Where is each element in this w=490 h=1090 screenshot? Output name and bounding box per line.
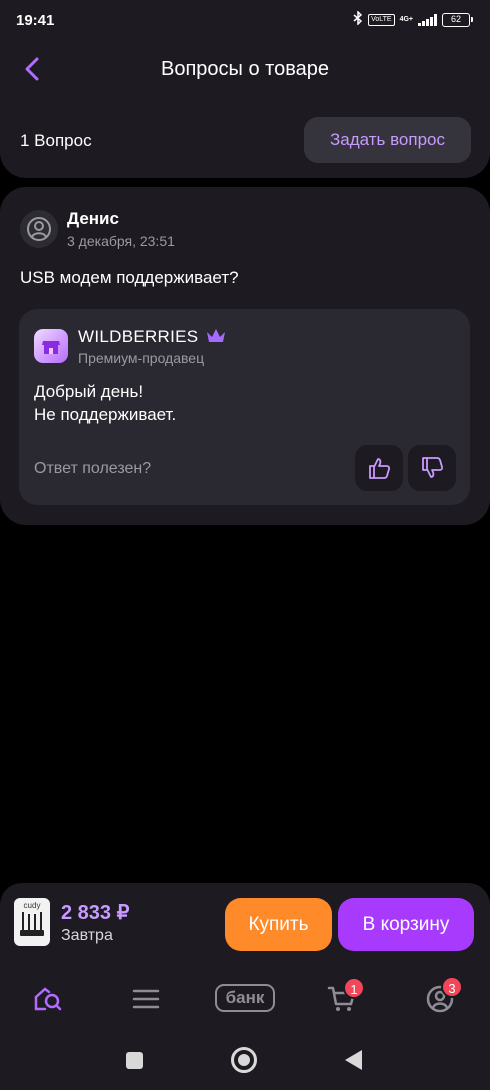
thumbs-down-icon [422,457,444,478]
tab-bank[interactable]: банк [213,979,277,1019]
crown-icon [205,326,227,346]
answer-text-line1: Добрый день! [34,382,144,401]
helpful-label: Ответ полезен? [34,460,152,477]
tab-cart[interactable]: 1 [322,977,365,1019]
network-type: 4G+ [399,16,413,23]
like-button[interactable] [355,445,403,491]
system-nav-bar [0,1035,490,1090]
delivery-date: Завтра [61,927,113,944]
store-icon [34,329,68,363]
status-bar: 19:41 VoLTE 4G+ 62 [0,0,490,40]
status-icons: VoLTE 4G+ 62 [353,10,473,28]
back-nav-button[interactable] [345,1050,362,1070]
ask-question-button[interactable]: Задать вопрос [304,117,471,163]
home-search-icon [34,987,62,1011]
bluetooth-icon [353,10,363,28]
author-name: Денис [67,209,119,228]
tab-profile[interactable]: 3 [420,976,463,1019]
battery-icon: 62 [442,12,473,27]
seller-name: WILDBERRIES [78,327,199,346]
seller-status: Премиум-продавец [78,350,205,366]
question-text: USB модем поддерживает? [20,268,239,287]
buy-panel: cudy 2 833 ₽ Завтра Купить В корзину [0,883,490,965]
bank-label: банк [215,984,275,1012]
home-button[interactable] [231,1047,257,1073]
thumbs-up-icon [369,458,391,479]
avatar [20,210,58,248]
tab-catalog[interactable] [126,979,166,1019]
user-icon [27,217,51,241]
recents-button[interactable] [126,1052,143,1069]
answer-text-line2: Не поддерживает. [34,405,177,424]
menu-icon [132,989,160,1009]
product-thumbnail[interactable]: cudy [14,898,50,946]
volte-indicator: VoLTE [368,13,395,26]
status-time: 19:41 [16,12,55,29]
product-price: 2 833 ₽ [61,902,130,924]
tab-bar: банк 1 3 [0,965,490,1035]
page-title: Вопросы о товаре [161,58,329,80]
question-card: Денис 3 декабря, 23:51 USB модем поддерж… [0,187,490,525]
profile-badge: 3 [441,976,463,998]
seller-answer: WILDBERRIES Премиум-продавец Добрый день… [19,309,470,505]
signal-icon [418,13,437,26]
thumbnail-brand: cudy [24,901,41,910]
header-card: Вопросы о товаре 1 Вопрос Задать вопрос [0,40,490,178]
question-date: 3 декабря, 23:51 [67,233,175,249]
add-to-cart-button[interactable]: В корзину [338,898,474,951]
question-count: 1 Вопрос [20,131,92,150]
cart-badge: 1 [343,977,365,999]
buy-button[interactable]: Купить [225,898,332,951]
tab-home[interactable] [28,979,68,1019]
dislike-button[interactable] [408,445,456,491]
